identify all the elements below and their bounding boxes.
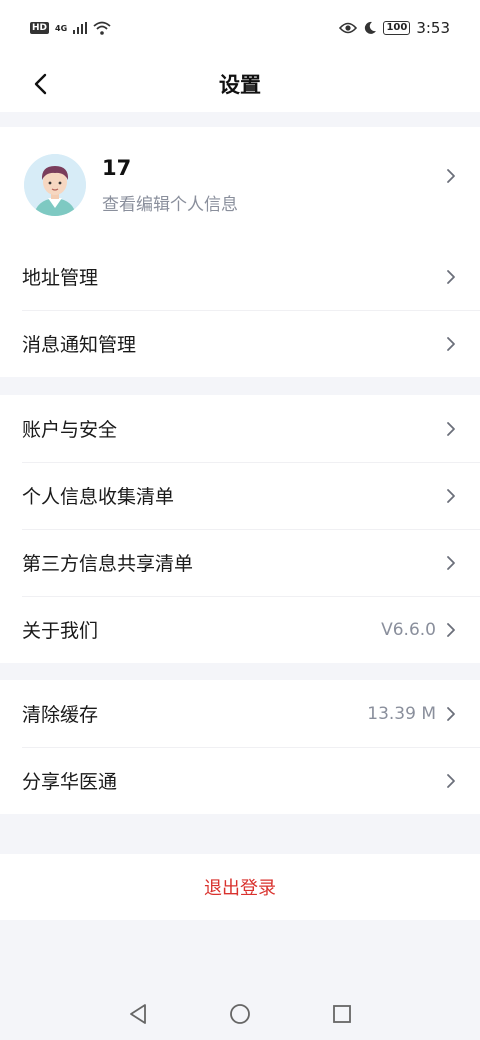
chevron-right-icon: [446, 772, 458, 790]
profile-text: 17 查看编辑个人信息: [102, 156, 446, 215]
settings-group-2: 账户与安全 个人信息收集清单 第三方信息共享清单 关于我们 V6.6.0: [0, 395, 480, 663]
status-bar: HD 4G 100 3:53: [0, 0, 480, 56]
eye-icon: [339, 22, 358, 34]
logout-button[interactable]: 退出登录: [0, 854, 480, 920]
cache-size-value: 13.39 M: [367, 703, 436, 724]
system-recent-button[interactable]: [327, 999, 357, 1029]
row-label: 账户与安全: [22, 419, 118, 441]
battery-indicator: 100: [383, 21, 411, 35]
profile-subtitle: 查看编辑个人信息: [102, 194, 238, 215]
row-clear-cache[interactable]: 清除缓存 13.39 M: [0, 680, 480, 747]
status-right: 100 3:53: [339, 19, 450, 37]
square-recent-icon: [333, 1005, 351, 1023]
profile-name: 17: [102, 155, 132, 180]
header: 设置: [0, 56, 480, 112]
chevron-right-icon: [446, 335, 458, 353]
profile-row[interactable]: 17 查看编辑个人信息: [0, 127, 480, 243]
circle-home-icon: [230, 1004, 250, 1024]
system-back-button[interactable]: [123, 999, 153, 1029]
chevron-right-icon: [446, 487, 458, 505]
row-label: 分享华医通: [22, 771, 118, 793]
back-button[interactable]: [22, 66, 58, 102]
row-third-party-sharing[interactable]: 第三方信息共享清单: [0, 529, 480, 596]
avatar: [24, 154, 86, 216]
chevron-right-icon: [446, 554, 458, 572]
system-nav-bar: [0, 988, 480, 1040]
row-notifications[interactable]: 消息通知管理: [0, 310, 480, 377]
row-label: 清除缓存: [22, 704, 99, 726]
chevron-right-icon: [446, 167, 458, 185]
moon-icon: [365, 21, 377, 34]
status-left: HD 4G: [30, 21, 111, 35]
hd-badge: HD: [30, 22, 50, 34]
chevron-right-icon: [446, 268, 458, 286]
row-label: 个人信息收集清单: [22, 486, 175, 508]
wifi-icon: [93, 21, 111, 35]
settings-group-3: 清除缓存 13.39 M 分享华医通: [0, 680, 480, 814]
row-share-app[interactable]: 分享华医通: [0, 747, 480, 814]
row-personal-info-list[interactable]: 个人信息收集清单: [0, 462, 480, 529]
settings-group-1: 17 查看编辑个人信息 地址管理 消息通知管理: [0, 127, 480, 377]
chevron-right-icon: [446, 621, 458, 639]
row-label: 消息通知管理: [22, 334, 137, 356]
row-label: 第三方信息共享清单: [22, 553, 194, 575]
logout-label: 退出登录: [204, 878, 276, 899]
page-title: 设置: [219, 73, 261, 97]
row-address[interactable]: 地址管理: [0, 243, 480, 310]
row-label: 关于我们: [22, 620, 99, 642]
triangle-back-icon: [130, 1004, 146, 1024]
chevron-right-icon: [446, 705, 458, 723]
row-account-security[interactable]: 账户与安全: [0, 395, 480, 462]
signal-icon: [73, 22, 88, 34]
version-value: V6.6.0: [381, 619, 436, 640]
clock: 3:53: [416, 19, 450, 37]
row-about-us[interactable]: 关于我们 V6.6.0: [0, 596, 480, 663]
system-home-button[interactable]: [225, 999, 255, 1029]
back-arrow-icon: [34, 73, 47, 95]
chevron-right-icon: [446, 420, 458, 438]
row-label: 地址管理: [22, 267, 99, 289]
network-label: 4G: [55, 23, 68, 33]
